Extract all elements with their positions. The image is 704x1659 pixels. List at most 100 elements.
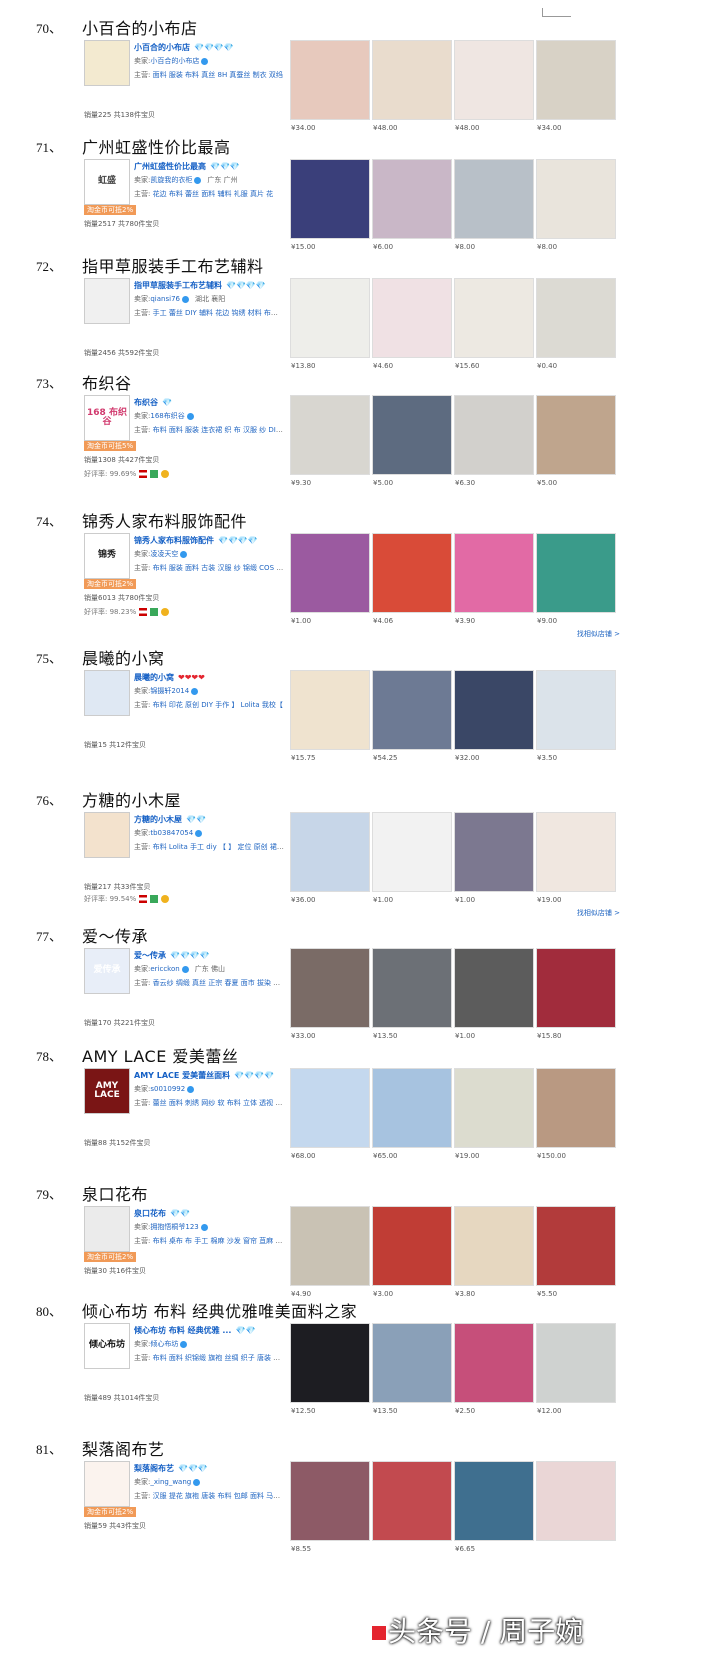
product-thumbnail[interactable] <box>536 278 616 358</box>
product-thumbnail[interactable] <box>290 812 370 892</box>
product-thumbnail[interactable] <box>536 533 616 613</box>
product-thumbnail[interactable] <box>290 1206 370 1286</box>
product-thumbnail[interactable] <box>536 948 616 1028</box>
main-categories[interactable]: 布料 桌布 布 手工 棉麻 沙发 窗帘 苴麻 抱枕 印 <box>153 1237 284 1245</box>
shop-logo[interactable]: 168 布织谷 <box>84 395 130 441</box>
shop-logo[interactable]: 倾心布坊 <box>84 1323 130 1369</box>
shop-name-link[interactable]: 布织谷 💎 <box>134 397 172 408</box>
product-thumbnail[interactable] <box>372 1206 452 1286</box>
shop-name-link[interactable]: 小百合的小布店 💎💎💎💎 <box>134 42 234 53</box>
product-thumbnail[interactable] <box>372 533 452 613</box>
seller-link[interactable]: 锦摄轩2014 <box>150 687 189 695</box>
shop-logo[interactable] <box>84 670 130 716</box>
product-card[interactable]: ¥6.00 <box>372 159 452 255</box>
product-card[interactable]: ¥19.00 <box>454 1068 534 1164</box>
seller-link[interactable]: 小百合的小布店 <box>150 57 199 65</box>
product-card[interactable]: ¥48.00 <box>372 40 452 136</box>
product-thumbnail[interactable] <box>290 948 370 1028</box>
product-thumbnail[interactable] <box>536 1461 616 1541</box>
seller-link[interactable]: qiansi76 <box>150 295 180 303</box>
product-thumbnail[interactable] <box>372 812 452 892</box>
shop-name-link[interactable]: 指甲草服装手工布艺辅料 💎💎💎💎 <box>134 280 266 291</box>
seller-link[interactable]: 168布织谷 <box>150 412 184 420</box>
product-thumbnail[interactable] <box>454 812 534 892</box>
find-similar-shops-link[interactable]: 找相似店铺 > <box>577 908 620 918</box>
shop-logo[interactable] <box>84 812 130 858</box>
product-card[interactable]: ¥36.00 <box>290 812 370 908</box>
shop-name-link[interactable]: 方糖的小木屋 💎💎 <box>134 814 206 825</box>
shop-name-link[interactable]: 锦秀人家布料服饰配件 💎💎💎💎 <box>134 535 258 546</box>
product-card[interactable] <box>536 1461 616 1557</box>
shop-logo[interactable] <box>84 278 130 324</box>
product-card[interactable]: ¥5.50 <box>536 1206 616 1302</box>
product-card[interactable]: ¥15.60 <box>454 278 534 374</box>
product-thumbnail[interactable] <box>290 670 370 750</box>
product-thumbnail[interactable] <box>454 533 534 613</box>
product-thumbnail[interactable] <box>372 948 452 1028</box>
product-card[interactable]: ¥15.75 <box>290 670 370 766</box>
product-thumbnail[interactable] <box>536 40 616 120</box>
product-card[interactable]: ¥33.00 <box>290 948 370 1044</box>
product-card[interactable]: ¥13.80 <box>290 278 370 374</box>
product-thumbnail[interactable] <box>290 533 370 613</box>
product-card[interactable]: ¥4.90 <box>290 1206 370 1302</box>
main-categories[interactable]: 香云纱 绸缎 真丝 正宗 春夏 面市 拔染 真 纱 <box>153 979 284 987</box>
shop-name-link[interactable]: AMY LACE 爱美蕾丝面料 💎💎💎💎 <box>134 1070 274 1081</box>
product-thumbnail[interactable] <box>372 1461 452 1541</box>
product-thumbnail[interactable] <box>372 40 452 120</box>
product-card[interactable]: ¥32.00 <box>454 670 534 766</box>
product-card[interactable]: ¥54.25 <box>372 670 452 766</box>
product-card[interactable]: ¥12.50 <box>290 1323 370 1419</box>
product-card[interactable]: ¥4.60 <box>372 278 452 374</box>
product-thumbnail[interactable] <box>454 278 534 358</box>
seller-link[interactable]: 拥抱悟桐爷123 <box>150 1223 198 1231</box>
main-categories[interactable]: 布料 印花 原创 DIY 手作 】 Lolita 我校【 <box>153 701 283 709</box>
product-card[interactable]: ¥150.00 <box>536 1068 616 1164</box>
product-card[interactable]: ¥2.50 <box>454 1323 534 1419</box>
seller-link[interactable]: 倾心布坊 <box>150 1340 178 1348</box>
shop-logo[interactable]: 虹盛 <box>84 159 130 205</box>
find-similar-shops-link[interactable]: 找相似店铺 > <box>577 629 620 639</box>
shop-logo[interactable] <box>84 1461 130 1507</box>
main-categories[interactable]: 布料 面料 服装 连衣裙 织 布 汉服 纱 DIY 衬 <box>153 426 284 434</box>
product-thumbnail[interactable] <box>290 395 370 475</box>
product-thumbnail[interactable] <box>290 1068 370 1148</box>
shop-name-link[interactable]: 倾心布坊 布料 经典优雅 ... 💎💎 <box>134 1325 255 1336</box>
product-card[interactable]: ¥15.80 <box>536 948 616 1044</box>
seller-link[interactable]: 凌凌天空 <box>150 550 178 558</box>
product-card[interactable]: ¥15.00 <box>290 159 370 255</box>
seller-link[interactable]: s0010992 <box>150 1085 185 1093</box>
product-thumbnail[interactable] <box>454 1206 534 1286</box>
main-categories[interactable]: 布料 面料 织锦缎 旗袍 丝绸 织子 唐装 古装 <box>153 1354 284 1362</box>
main-categories[interactable]: 手工 蕾丝 DIY 辅料 花边 钩绣 材料 布料 网 <box>153 309 284 317</box>
product-card[interactable]: ¥65.00 <box>372 1068 452 1164</box>
shop-name-link[interactable]: 梨落阁布艺 💎💎💎 <box>134 1463 208 1474</box>
seller-link[interactable]: tb03847054 <box>150 829 193 837</box>
product-thumbnail[interactable] <box>372 278 452 358</box>
product-thumbnail[interactable] <box>372 1068 452 1148</box>
main-categories[interactable]: 布料 Lolita 手工 diy 【 】 定位 原创 裙 床单 <box>153 843 284 851</box>
shop-name-link[interactable]: 爱～传承 💎💎💎💎 <box>134 950 210 961</box>
product-card[interactable]: ¥4.06 <box>372 533 452 629</box>
product-card[interactable]: ¥9.00 <box>536 533 616 629</box>
product-thumbnail[interactable] <box>536 1206 616 1286</box>
product-card[interactable]: ¥1.00 <box>372 812 452 908</box>
product-thumbnail[interactable] <box>454 1461 534 1541</box>
product-thumbnail[interactable] <box>372 159 452 239</box>
product-card[interactable]: ¥1.00 <box>290 533 370 629</box>
product-card[interactable]: ¥3.00 <box>372 1206 452 1302</box>
shop-logo[interactable] <box>84 1206 130 1252</box>
product-card[interactable]: ¥8.55 <box>290 1461 370 1557</box>
product-card[interactable]: ¥6.65 <box>454 1461 534 1557</box>
product-card[interactable]: ¥1.00 <box>454 948 534 1044</box>
main-categories[interactable]: 布料 服装 面料 古装 汉服 纱 锦缎 COS 旗袍 <box>153 564 284 572</box>
product-card[interactable]: ¥3.80 <box>454 1206 534 1302</box>
product-thumbnail[interactable] <box>290 159 370 239</box>
product-card[interactable]: ¥3.50 <box>536 670 616 766</box>
product-thumbnail[interactable] <box>536 1323 616 1403</box>
product-thumbnail[interactable] <box>454 159 534 239</box>
product-card[interactable]: ¥6.30 <box>454 395 534 491</box>
product-card[interactable]: ¥0.40 <box>536 278 616 374</box>
product-card[interactable] <box>372 1461 452 1557</box>
product-card[interactable]: ¥9.30 <box>290 395 370 491</box>
